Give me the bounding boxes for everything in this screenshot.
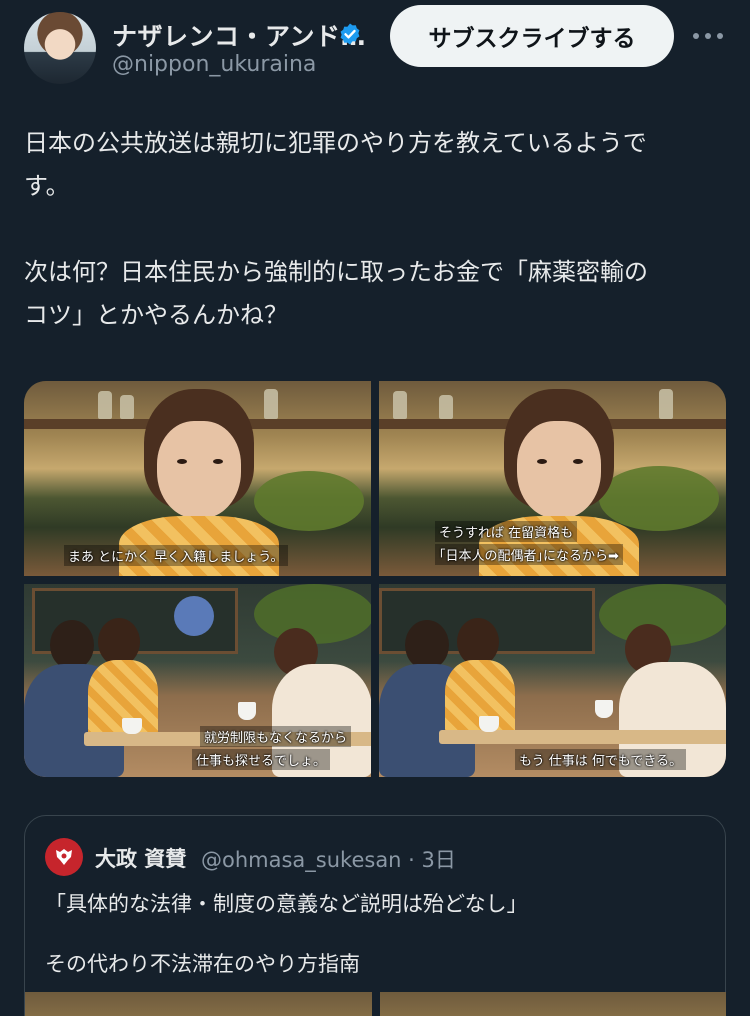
bottle — [439, 395, 453, 419]
tweet-header: ナザレンコ・アンド… @nippon_ukuraina サブスクライブする — [0, 0, 750, 100]
quoted-text-line: その代わり不法滞在のやり方指南 — [45, 952, 360, 976]
more-options-icon[interactable] — [693, 24, 723, 48]
media-image-2[interactable]: そうすれば 在留資格も ｢日本人の配偶者｣になるから➡ — [379, 381, 726, 576]
media-grid: まあ とにかく 早く入籍しましょう。 そうすれば 在留資格も ｢日本人の配偶者｣… — [24, 381, 726, 777]
cup — [595, 700, 613, 718]
subtitle-text: 就労制限もなくなるから — [200, 726, 352, 747]
tweet-text: 日本の公共放送は親切に犯罪のやり方を教えているようで す。 次は何？日本住民から… — [24, 129, 648, 329]
bottle — [659, 389, 673, 419]
media-image-1[interactable]: まあ とにかく 早く入籍しましょう。 — [24, 381, 371, 576]
bottle — [98, 391, 112, 419]
subtitle-text: まあ とにかく 早く入籍しましょう。 — [64, 545, 288, 566]
table — [439, 730, 726, 744]
quoted-media-image-1[interactable] — [25, 992, 372, 1016]
quoted-text-line: 「具体的な法律・制度の意義など説明は殆どなし」 — [45, 892, 528, 916]
quoted-media-image-2[interactable] — [380, 992, 726, 1016]
quoted-author-avatar[interactable] — [45, 838, 83, 876]
tweet-detail-page: ナザレンコ・アンド… @nippon_ukuraina サブスクライブする 日本… — [0, 0, 750, 1016]
head — [457, 618, 499, 666]
media-image-3[interactable]: 就労制限もなくなるから 仕事も探せるでしょ。 — [24, 584, 371, 777]
author-display-name[interactable]: ナザレンコ・アンド… — [112, 17, 366, 53]
plant — [254, 584, 371, 644]
bottle — [393, 391, 407, 419]
head — [405, 620, 449, 670]
quoted-tweet[interactable]: 大政 資賛 @ohmasa_sukesan · 3日 「具体的な法律・制度の意義… — [24, 815, 726, 1016]
cup — [122, 718, 142, 734]
subtitle-text: もう 仕事は 何でもできる。 — [515, 749, 687, 770]
media-image-4[interactable]: もう 仕事は 何でもできる。 — [379, 584, 726, 777]
quoted-avatar-emblem-icon — [56, 849, 72, 865]
cup — [479, 716, 499, 732]
subtitle-text: ｢日本人の配偶者｣になるから➡ — [435, 544, 623, 565]
cup — [238, 702, 256, 720]
subtitle-text: 仕事も探せるでしょ。 — [192, 749, 331, 770]
subtitle-text: そうすれば 在留資格も — [435, 521, 578, 542]
quoted-author-meta: @ohmasa_sukesan · 3日 — [201, 848, 456, 872]
head — [98, 618, 140, 666]
toy-figure — [174, 596, 214, 636]
head — [50, 620, 94, 670]
subscribe-button[interactable]: サブスクライブする — [390, 5, 674, 67]
verified-badge-icon — [340, 23, 360, 45]
author-avatar[interactable] — [24, 12, 96, 84]
quoted-author-name: 大政 資賛 — [95, 847, 187, 871]
author-handle[interactable]: @nippon_ukuraina — [112, 52, 316, 77]
